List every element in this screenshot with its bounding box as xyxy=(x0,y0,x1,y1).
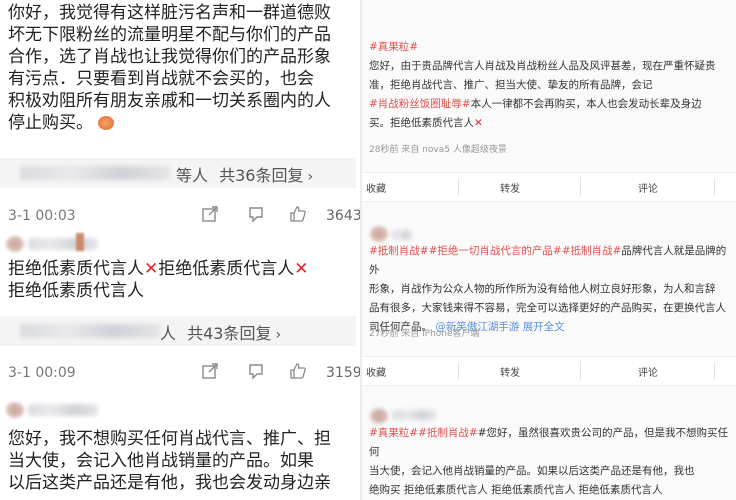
chevron-right-icon: › xyxy=(275,327,282,343)
blurred-usernames xyxy=(20,166,170,180)
post-1-action-bar: 收藏 转发 评论 xyxy=(362,172,736,202)
post-1-meta: 28秒前 来自 nova5 人像超级夜景 xyxy=(369,145,507,155)
comment-line: 停止购买。 xyxy=(8,112,358,134)
comment-line: 有污点．只要看到肖战就不会买的，也会 xyxy=(8,69,314,89)
like-icon[interactable] xyxy=(288,362,308,382)
timestamp: 3-1 00:03 xyxy=(8,208,76,224)
chevron-right-icon: › xyxy=(307,169,314,185)
post-2-meta: 27秒前 来自 iPhone客户端 xyxy=(369,329,480,339)
hashtag-link[interactable]: #肖战粉丝饭圈耻辱# xyxy=(369,98,471,110)
blurred-username xyxy=(392,230,412,240)
avatar[interactable] xyxy=(370,226,388,242)
post-1-text: #真果粒# 您好，由于贵品牌代言人肖战及肖战粉丝人品及风评甚差，现在严重怀疑贵 … xyxy=(369,41,716,129)
share-icon[interactable] xyxy=(200,362,220,382)
collect-button[interactable]: 收藏 xyxy=(366,180,386,195)
blurred-username xyxy=(28,404,98,416)
like-count: 3643 xyxy=(326,208,362,224)
comment-line: 积极劝阻所有朋友亲戚和一切关系圈内的人 xyxy=(8,91,331,111)
reply-count-link[interactable]: 人 共43条回复 › xyxy=(160,320,281,344)
user-badge xyxy=(76,233,84,251)
comment-line: 坏无下限粉丝的流量明星不配与你们的产品 xyxy=(8,25,331,45)
comment-2-text: 拒绝低素质代言人✕拒绝低素质代言人✕ 拒绝低素质代言人 xyxy=(8,259,309,301)
comment-1-text: 你好，我觉得有这样脏污名声和一群道德败 坏无下限粉丝的流量明星不配与你们的产品 … xyxy=(8,2,358,134)
left-comment-panel: 你好，我觉得有这样脏污名声和一群道德败 坏无下限粉丝的流量明星不配与你们的产品 … xyxy=(0,0,362,500)
forward-button[interactable]: 转发 xyxy=(500,180,520,195)
post-3-text: #真果粒##抵制肖战##您好，虽然很喜欢贵公司的产品，但是我不想购买任何 当大使… xyxy=(369,427,728,496)
blurred-username xyxy=(392,410,436,420)
hashtag-link[interactable]: #抵制肖战##拒绝一切肖战代言的产品##抵制肖战# xyxy=(369,245,621,257)
avatar[interactable] xyxy=(6,236,24,252)
like-icon[interactable] xyxy=(288,205,308,225)
avatar[interactable] xyxy=(6,402,24,418)
reply-summary-1[interactable]: 等人 共36条回复 › xyxy=(0,158,356,188)
comment-icon[interactable] xyxy=(246,205,266,225)
blurred-usernames xyxy=(20,324,160,338)
comment-button[interactable]: 评论 xyxy=(638,180,658,195)
comment-line: 你好，我觉得有这样脏污名声和一群道德败 xyxy=(8,3,331,23)
comment-line: 合作，选了肖战也让我觉得你们的产品形象 xyxy=(8,47,331,67)
red-x-icon: ✕ xyxy=(144,259,159,279)
comment-1-meta: 3-1 00:03 3643 xyxy=(8,205,362,229)
like-count: 3159 xyxy=(326,365,362,381)
comment-3-text: 您好，我不想购买任何肖战代言、推广、担 当大使，会记入他肖战销量的产品。如果 以… xyxy=(8,429,331,493)
collect-button[interactable]: 收藏 xyxy=(366,364,386,379)
post-2-action-bar: 收藏 转发 评论 xyxy=(362,356,736,386)
comment-button[interactable]: 评论 xyxy=(638,364,658,379)
blurred-username xyxy=(28,238,98,250)
forward-button[interactable]: 转发 xyxy=(500,364,520,379)
post-2-text: #抵制肖战##拒绝一切肖战代言的产品##抵制肖战#品牌代言人就是品牌的外 形象，… xyxy=(369,245,727,333)
reply-summary-2[interactable]: 人 共43条回复 › xyxy=(0,316,356,346)
red-x-icon: ✕ xyxy=(294,259,309,279)
avatar[interactable] xyxy=(370,408,388,424)
reply-count-link[interactable]: 等人 共36条回复 › xyxy=(176,162,313,186)
comment-2-meta: 3-1 00:09 3159 xyxy=(8,362,362,386)
share-icon[interactable] xyxy=(200,205,220,225)
red-x-icon: ✕ xyxy=(474,117,483,129)
expand-full-text-link[interactable]: 展开全文 xyxy=(523,321,565,333)
hashtag-link[interactable]: #真果粒##抵制肖战# xyxy=(369,427,478,439)
timestamp: 3-1 00:09 xyxy=(8,365,76,381)
comment-icon[interactable] xyxy=(246,362,266,382)
emoji-icon xyxy=(98,116,115,130)
hashtag-link[interactable]: #真果粒# xyxy=(369,41,418,53)
